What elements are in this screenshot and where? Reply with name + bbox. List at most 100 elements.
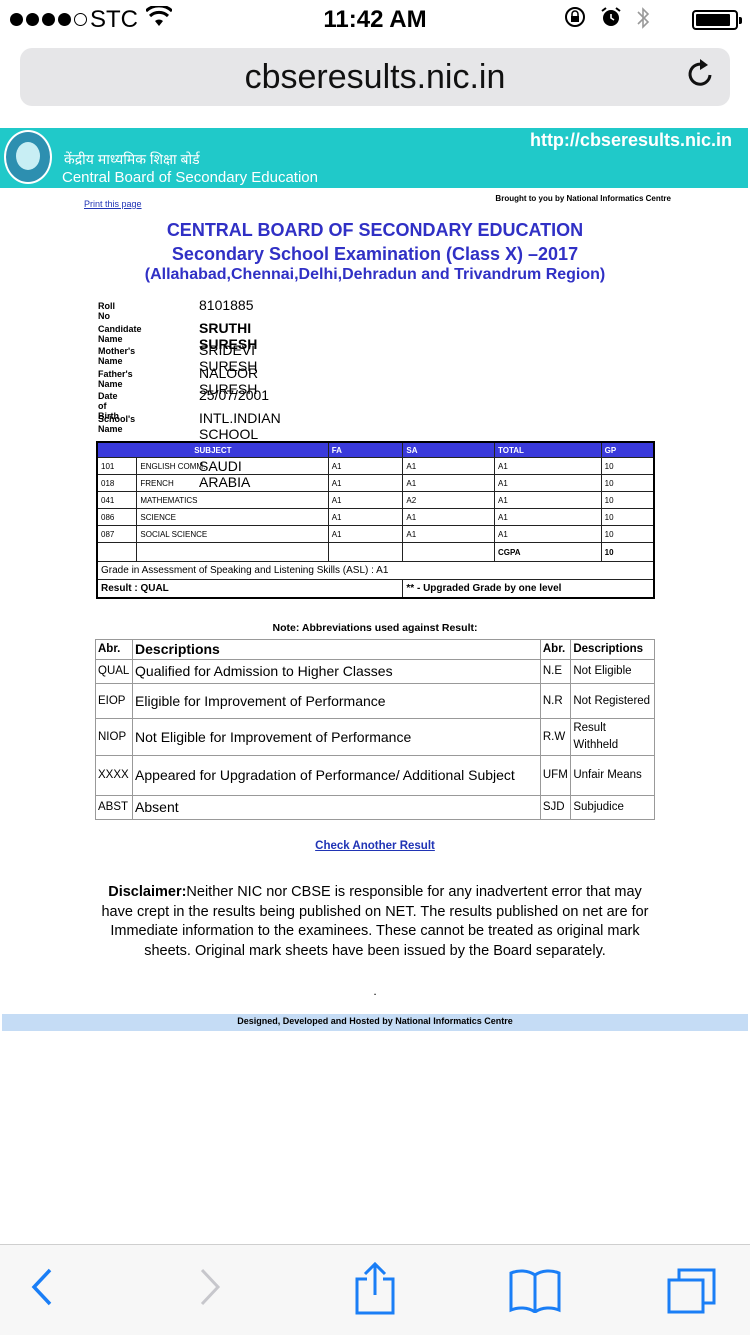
abbr-description: Qualified for Admission to Higher Classe… — [132, 659, 541, 684]
alarm-icon — [600, 6, 622, 36]
abbr-code: N.E — [539, 659, 572, 684]
fa-grade: A1 — [327, 508, 404, 526]
cgpa-row: CGPA 10 — [96, 542, 655, 562]
print-page-link[interactable]: Print this page — [84, 199, 142, 209]
abbr-code: ABST — [94, 795, 134, 820]
disclaimer-label: Disclaimer: — [108, 884, 187, 900]
total-grade: A1 — [494, 525, 602, 543]
total-grade: A1 — [494, 491, 602, 509]
tabs-icon[interactable] — [666, 1267, 718, 1325]
abbr-row: XXXX Appeared for Upgradation of Perform… — [94, 755, 655, 796]
browser-toolbar — [0, 1244, 750, 1335]
total-grade: A1 — [494, 508, 602, 526]
grade-point: 10 — [600, 491, 655, 509]
abbreviations-table: Abr. Descriptions Abr. Descriptions QUAL… — [94, 639, 655, 820]
brought-by-text: Brought to you by National Informatics C… — [495, 194, 671, 203]
forward-icon[interactable] — [198, 1267, 222, 1317]
abbr-description: Absent — [132, 795, 541, 820]
subject-header: SUBJECT — [96, 441, 329, 458]
address-bar[interactable]: cbseresults.nic.in — [20, 48, 730, 106]
desc-header: Descriptions — [132, 639, 541, 660]
page-title: CENTRAL BOARD OF SECONDARY EDUCATION — [166, 220, 584, 240]
total-header: TOTAL — [494, 441, 602, 458]
abbr-row: ABST Absent SJD Subjudice — [94, 795, 655, 820]
abbr-description: Not Eligible — [570, 659, 655, 684]
page-footer: Designed, Developed and Hosted by Nation… — [2, 1014, 748, 1031]
board-name: Central Board of Secondary Education — [62, 169, 318, 186]
abbr-row: NIOP Not Eligible for Improvement of Per… — [94, 718, 655, 756]
table-row: 086 SCIENCE A1 A1 A1 10 — [96, 508, 655, 526]
subject-name: ENGLISH COMM. — [136, 457, 329, 475]
region-title: (Allahabad,Chennai,Delhi,Dehradun and Tr… — [144, 266, 606, 283]
cbse-logo — [4, 130, 52, 184]
abbr-code: NIOP — [94, 718, 134, 756]
back-icon[interactable] — [30, 1267, 54, 1317]
grade-point: 10 — [600, 474, 655, 492]
table-row: 041 MATHEMATICS A1 A2 A1 10 — [96, 491, 655, 509]
gp-header: GP — [600, 441, 655, 458]
url-text: cbseresults.nic.in — [244, 57, 506, 96]
sa-grade: A1 — [402, 508, 496, 526]
cgpa-label: CGPA — [494, 542, 602, 562]
share-icon[interactable] — [354, 1261, 396, 1325]
subject-code: 041 — [96, 491, 138, 509]
abbr-code: EIOP — [94, 683, 134, 719]
upgrade-note: ** - Upgraded Grade by one level — [402, 579, 655, 599]
fa-grade: A1 — [327, 525, 404, 543]
sa-grade: A1 — [402, 525, 496, 543]
abbr-code: XXXX — [94, 755, 134, 796]
abr-header: Abr. — [539, 639, 572, 660]
total-grade: A1 — [494, 474, 602, 492]
result-row: Result : QUAL ** - Upgraded Grade by one… — [96, 579, 655, 599]
roll-label: Roll No — [98, 301, 115, 321]
exam-title: Secondary School Examination (Class X) –… — [171, 244, 579, 264]
school-label: School's Name — [98, 413, 136, 434]
abbr-code: R.W — [539, 718, 572, 756]
name-label: Candidate Name — [98, 323, 142, 344]
fa-grade: A1 — [327, 474, 404, 492]
total-grade: A1 — [494, 457, 602, 475]
site-header: केंद्रीय माध्यमिक शिक्षा बोर्ड Central B… — [0, 128, 748, 188]
abbr-code: SJD — [539, 795, 572, 820]
reload-icon[interactable] — [686, 57, 716, 97]
subject-code: 101 — [96, 457, 138, 475]
roll-value: 8101885 — [199, 297, 254, 313]
fa-grade: A1 — [327, 457, 404, 475]
table-row: 018 FRENCH A1 A1 A1 10 — [96, 474, 655, 492]
abbr-row: QUAL Qualified for Admission to Higher C… — [94, 659, 655, 684]
bookmarks-icon[interactable] — [508, 1267, 562, 1323]
father-label: Father's Name — [98, 368, 133, 389]
abbreviation-note: Note: Abbreviations used against Result: — [272, 622, 478, 634]
check-another-result-link[interactable]: Check Another Result — [0, 840, 750, 852]
abbr-description: Eligible for Improvement of Performance — [132, 683, 541, 719]
sa-grade: A2 — [402, 491, 496, 509]
dob-value: 25/07/2001 — [199, 387, 270, 403]
bluetooth-icon — [636, 6, 650, 36]
rotation-lock-icon — [564, 6, 586, 36]
sa-grade: A1 — [402, 457, 496, 475]
sa-grade: A1 — [402, 474, 496, 492]
table-row: 101 ENGLISH COMM. A1 A1 A1 10 — [96, 457, 655, 475]
subject-code: 086 — [96, 508, 138, 526]
abbr-row: EIOP Eligible for Improvement of Perform… — [94, 683, 655, 719]
table-row: 087 SOCIAL SCIENCE A1 A1 A1 10 — [96, 525, 655, 543]
separator-dot: . — [373, 984, 377, 998]
subject-name: SCIENCE — [136, 508, 329, 526]
abbr-description: Not Eligible for Improvement of Performa… — [132, 718, 541, 756]
grade-point: 10 — [600, 457, 655, 475]
abbr-code: QUAL — [94, 659, 134, 684]
subject-name: FRENCH — [136, 474, 329, 492]
board-name-hindi: केंद्रीय माध्यमिक शिक्षा बोर्ड — [64, 151, 200, 167]
abbr-description: Unfair Means — [570, 755, 655, 796]
cgpa-value: 10 — [600, 542, 655, 562]
battery-icon — [692, 10, 742, 30]
mother-label: Mother's Name — [98, 346, 136, 366]
abbr-description: Not Registered — [570, 683, 655, 719]
abr-header: Abr. — [94, 639, 134, 660]
subject-name: SOCIAL SCIENCE — [136, 525, 329, 543]
subject-code: 087 — [96, 525, 138, 543]
subject-name: MATHEMATICS — [136, 491, 329, 509]
abbr-header-row: Abr. Descriptions Abr. Descriptions — [94, 639, 655, 660]
fa-grade: A1 — [327, 491, 404, 509]
marks-table: SUBJECT FA SA TOTAL GP 101 ENGLISH COMM.… — [96, 441, 655, 599]
